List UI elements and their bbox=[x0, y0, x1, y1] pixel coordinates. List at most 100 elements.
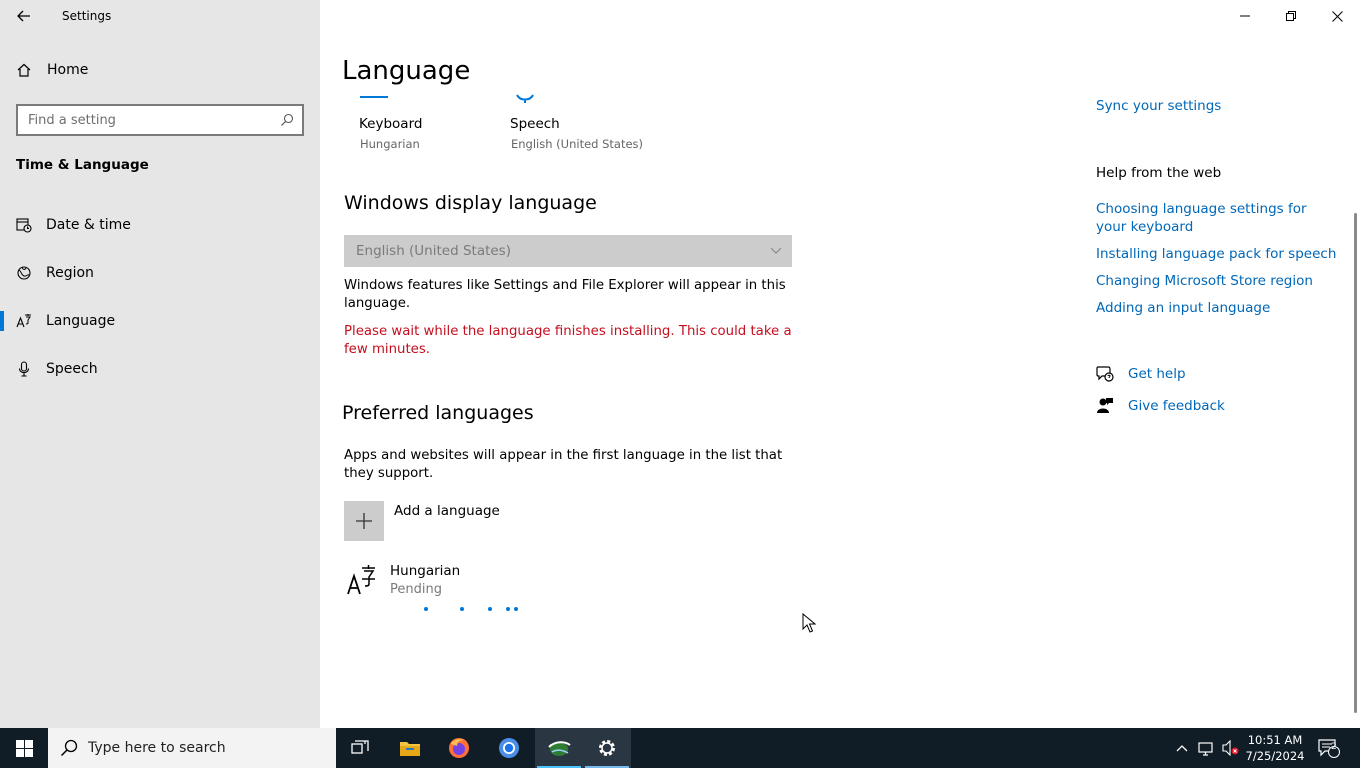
sidebar-item-language[interactable]: Language bbox=[0, 301, 320, 341]
windows-logo-icon bbox=[15, 739, 33, 757]
app-globe-icon bbox=[548, 741, 571, 756]
close-button[interactable] bbox=[1314, 0, 1360, 32]
home-label: Home bbox=[47, 62, 89, 78]
progress-dot bbox=[488, 607, 492, 611]
search-placeholder: Find a setting bbox=[28, 112, 116, 128]
help-link-keyboard[interactable]: Choosing language settings for your keyb… bbox=[1096, 200, 1336, 236]
display-language-dropdown[interactable]: English (United States) bbox=[344, 235, 792, 267]
folder-icon bbox=[400, 742, 420, 756]
chrome-button[interactable] bbox=[485, 728, 533, 768]
network-icon bbox=[1198, 742, 1213, 756]
show-hidden-icons-button[interactable] bbox=[1172, 728, 1192, 768]
file-explorer-button[interactable] bbox=[386, 728, 434, 768]
restore-button[interactable] bbox=[1268, 0, 1314, 32]
progress-dot bbox=[460, 607, 464, 611]
language-icon bbox=[347, 565, 375, 595]
start-button[interactable] bbox=[0, 728, 48, 768]
page-title: Language bbox=[342, 56, 471, 86]
clock-calendar-icon bbox=[16, 218, 32, 233]
language-name: Hungarian bbox=[390, 563, 461, 579]
volume-tray-button[interactable] bbox=[1220, 728, 1242, 768]
search-icon bbox=[60, 739, 78, 757]
taskbar: Type here to search 10:51 AM 7/25/2024 2 bbox=[0, 728, 1360, 768]
keyboard-tile-icon-edge bbox=[360, 96, 388, 98]
chevron-down-icon bbox=[770, 247, 782, 254]
running-app-button[interactable] bbox=[535, 728, 583, 768]
get-help-link[interactable]: Get help bbox=[1096, 366, 1186, 382]
sidebar-item-date-time[interactable]: Date & time bbox=[0, 205, 320, 245]
home-icon bbox=[17, 63, 31, 77]
section-title: Time & Language bbox=[16, 157, 149, 173]
firefox-button[interactable] bbox=[435, 728, 483, 768]
home-nav-item[interactable]: Home bbox=[16, 62, 88, 78]
close-icon bbox=[1331, 10, 1343, 22]
clock-time: 10:51 AM bbox=[1247, 733, 1303, 747]
dropdown-value: English (United States) bbox=[356, 243, 511, 259]
plus-icon bbox=[356, 513, 372, 529]
taskbar-clock[interactable]: 10:51 AM 7/25/2024 bbox=[1244, 732, 1306, 764]
search-icon bbox=[281, 113, 294, 126]
settings-search-input[interactable]: Find a setting bbox=[16, 104, 304, 136]
feedback-icon bbox=[1097, 398, 1113, 413]
notification-count: 2 bbox=[1331, 742, 1337, 752]
language-list-item[interactable]: Hungarian Pending bbox=[344, 563, 460, 597]
help-heading: Help from the web bbox=[1096, 165, 1222, 181]
globe-icon bbox=[17, 266, 31, 280]
display-language-heading: Windows display language bbox=[344, 192, 597, 214]
chat-help-icon bbox=[1096, 366, 1114, 382]
display-language-description: Windows features like Settings and File … bbox=[344, 278, 786, 311]
back-button[interactable] bbox=[10, 4, 38, 28]
chrome-icon bbox=[499, 738, 519, 758]
sidebar-item-label: Language bbox=[46, 313, 116, 329]
restore-icon bbox=[1286, 11, 1296, 21]
taskbar-search-box[interactable]: Type here to search bbox=[48, 728, 336, 768]
keyboard-tile-title[interactable]: Keyboard bbox=[359, 116, 422, 132]
language-status: Pending bbox=[390, 582, 442, 597]
sidebar-item-speech[interactable]: Speech bbox=[0, 349, 320, 389]
volume-muted-icon bbox=[1222, 740, 1239, 756]
firefox-icon bbox=[449, 738, 469, 758]
get-help-label: Get help bbox=[1128, 366, 1186, 382]
speech-tile-title[interactable]: Speech bbox=[510, 116, 560, 132]
sidebar-item-region[interactable]: Region bbox=[0, 253, 320, 293]
gear-icon bbox=[599, 740, 615, 756]
sidebar-item-label: Speech bbox=[46, 361, 98, 377]
add-language-label: Add a language bbox=[394, 503, 500, 519]
minimize-button[interactable] bbox=[1222, 0, 1268, 32]
microphone-icon bbox=[18, 361, 30, 377]
keyboard-tile-subtitle: Hungarian bbox=[360, 137, 420, 151]
add-box bbox=[344, 501, 384, 541]
minimize-icon bbox=[1240, 15, 1250, 17]
clock-date: 7/25/2024 bbox=[1245, 749, 1305, 763]
give-feedback-label: Give feedback bbox=[1128, 398, 1225, 414]
settings-taskbar-button[interactable] bbox=[583, 728, 631, 768]
sidebar: Settings Home Find a setting Time & Lang… bbox=[0, 0, 320, 728]
network-tray-button[interactable] bbox=[1196, 728, 1218, 768]
taskbar-search-placeholder: Type here to search bbox=[88, 740, 226, 756]
sync-settings-link[interactable]: Sync your settings bbox=[1096, 97, 1221, 115]
install-warning: Please wait while the language finishes … bbox=[344, 324, 792, 357]
language-icon bbox=[16, 314, 31, 328]
add-language-button[interactable]: Add a language bbox=[344, 501, 500, 541]
progress-dot bbox=[514, 607, 518, 611]
preferred-languages-heading: Preferred languages bbox=[342, 402, 534, 424]
progress-dot bbox=[506, 607, 510, 611]
sidebar-item-label: Date & time bbox=[46, 217, 131, 233]
speech-tile-icon bbox=[516, 94, 534, 103]
speech-tile-subtitle: English (United States) bbox=[511, 137, 644, 151]
mouse-cursor-icon bbox=[802, 613, 816, 633]
app-title: Settings bbox=[62, 9, 112, 23]
task-view-button[interactable] bbox=[336, 728, 384, 768]
help-link-input-language[interactable]: Adding an input language bbox=[1096, 299, 1270, 317]
help-link-store-region[interactable]: Changing Microsoft Store region bbox=[1096, 272, 1313, 290]
preferred-languages-description: Apps and websites will appear in the fir… bbox=[344, 448, 783, 481]
chevron-up-icon bbox=[1176, 745, 1188, 752]
vertical-scrollbar[interactable] bbox=[1354, 213, 1357, 713]
action-center-button[interactable]: 2 bbox=[1314, 728, 1344, 768]
sidebar-item-label: Region bbox=[46, 265, 94, 281]
back-arrow-icon bbox=[17, 10, 30, 22]
task-view-icon bbox=[351, 740, 369, 754]
progress-dot bbox=[424, 607, 428, 611]
give-feedback-link[interactable]: Give feedback bbox=[1096, 397, 1225, 415]
help-link-speech-pack[interactable]: Installing language pack for speech bbox=[1096, 245, 1336, 263]
